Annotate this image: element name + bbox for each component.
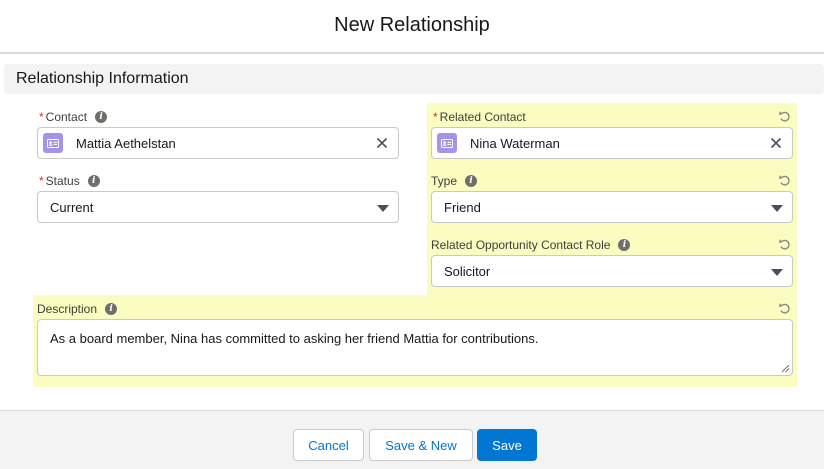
undo-icon[interactable] <box>778 237 792 251</box>
required-mark: * <box>39 110 44 124</box>
info-icon[interactable]: i <box>95 111 108 123</box>
description-textarea[interactable]: As a board member, Nina has committed to… <box>37 319 793 376</box>
type-select[interactable]: Friend <box>431 191 793 223</box>
related-contact-value: Nina Waterman <box>470 135 560 151</box>
status-label: * Status i <box>39 174 100 188</box>
undo-icon[interactable] <box>778 109 792 123</box>
chevron-down-icon <box>771 269 783 276</box>
type-label: Type i <box>431 174 478 188</box>
section-header[interactable]: Relationship Information <box>4 64 824 94</box>
chevron-down-icon <box>377 205 389 212</box>
contact-value: Mattia Aethelstan <box>76 135 176 151</box>
clear-icon[interactable] <box>770 137 782 149</box>
contact-label: * Contact i <box>39 110 108 124</box>
cancel-button[interactable]: Cancel <box>293 429 364 461</box>
related-opportunity-contact-role-select[interactable]: Solicitor <box>431 255 793 287</box>
clear-icon[interactable] <box>376 137 388 149</box>
contact-card-icon <box>43 133 63 153</box>
related-contact-label: * Related Contact <box>433 110 526 124</box>
save-and-new-button[interactable]: Save & New <box>369 429 473 461</box>
info-icon[interactable]: i <box>618 239 631 251</box>
undo-icon[interactable] <box>778 301 792 315</box>
related-opportunity-contact-role-label: Related Opportunity Contact Role i <box>431 238 631 252</box>
save-button[interactable]: Save <box>477 429 537 461</box>
chevron-down-icon <box>771 205 783 212</box>
section-title: Relationship Information <box>16 70 189 87</box>
resize-grip-icon[interactable] <box>781 364 790 373</box>
info-icon[interactable]: i <box>465 175 478 187</box>
modal-footer: Cancel Save & New Save <box>0 410 824 469</box>
required-mark: * <box>433 110 438 124</box>
related-opportunity-contact-role-value: Solicitor <box>444 263 491 279</box>
undo-icon[interactable] <box>778 173 792 187</box>
description-value: As a board member, Nina has committed to… <box>50 331 539 346</box>
info-icon[interactable]: i <box>105 303 118 315</box>
type-value: Friend <box>444 199 481 215</box>
description-label: Description i <box>37 302 118 316</box>
contact-lookup-field[interactable]: Mattia Aethelstan <box>37 127 399 159</box>
required-mark: * <box>39 174 44 188</box>
status-select[interactable]: Current <box>37 191 399 223</box>
status-value: Current <box>50 199 94 215</box>
contact-card-icon <box>437 133 457 153</box>
modal-title: New Relationship <box>334 13 490 36</box>
modal-header: New Relationship <box>0 0 824 54</box>
info-icon[interactable]: i <box>87 175 100 187</box>
related-contact-lookup-field[interactable]: Nina Waterman <box>431 127 793 159</box>
